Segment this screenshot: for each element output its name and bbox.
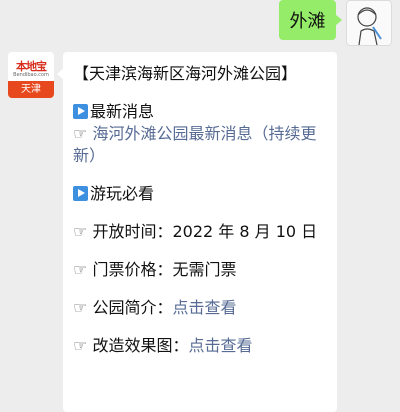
latest-news-link[interactable]: 海河外滩公园最新消息（持续更新）: [73, 124, 316, 165]
latest-label: 最新消息: [90, 102, 155, 121]
user-avatar-drawing-icon: [357, 7, 382, 46]
incoming-message-bubble: 【天津滨海新区海河外滩公园】 最新消息 ☞ 海河外滩公园最新消息（持续更新） 游…: [57, 52, 337, 412]
pointing-hand-icon: ☞: [73, 260, 93, 279]
play-label: 游玩必看: [90, 184, 155, 203]
open-time-label: 开放时间：: [92, 222, 173, 241]
pointing-hand-icon: ☞: [73, 124, 93, 143]
message-title: 【天津滨海新区海河外滩公园】: [73, 64, 298, 83]
latest-heading: 最新消息: [73, 101, 329, 123]
ticket-line: ☞ 门票价格：无需门票: [73, 259, 329, 281]
play-icon: [73, 186, 88, 201]
intro-line: ☞ 公园简介：点击查看: [73, 297, 329, 319]
outgoing-message-text: 外滩: [289, 11, 326, 32]
play-icon: [73, 104, 88, 119]
effect-line: ☞ 改造效果图：点击查看: [73, 335, 329, 357]
pointing-hand-icon: ☞: [73, 298, 93, 317]
play-heading: 游玩必看: [73, 183, 329, 205]
pointing-hand-icon: ☞: [73, 222, 93, 241]
ticket-label: 门票价格：: [92, 260, 173, 279]
effect-label: 改造效果图：: [92, 336, 189, 355]
open-time-value: 2022 年 8 月 10 日: [172, 222, 318, 241]
avatar-site: Bendibao.com: [13, 72, 49, 78]
intro-label: 公园简介：: [92, 298, 173, 317]
latest-link-line[interactable]: ☞ 海河外滩公园最新消息（持续更新）: [73, 123, 329, 167]
open-time-line: ☞ 开放时间：2022 年 8 月 10 日: [73, 221, 329, 243]
outgoing-message-bubble[interactable]: 外滩: [279, 0, 342, 40]
intro-link[interactable]: 点击查看: [172, 298, 236, 317]
effect-link[interactable]: 点击查看: [188, 336, 252, 355]
user-avatar[interactable]: [346, 0, 392, 46]
account-avatar[interactable]: 本地宝 Bendibao.com 天津: [8, 52, 54, 98]
avatar-city: 天津: [8, 81, 54, 98]
ticket-value: 无需门票: [172, 260, 237, 279]
pointing-hand-icon: ☞: [73, 336, 93, 355]
